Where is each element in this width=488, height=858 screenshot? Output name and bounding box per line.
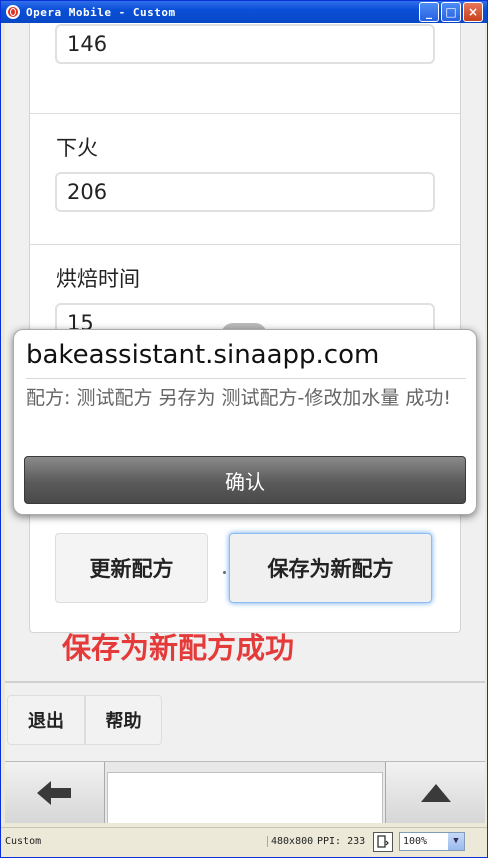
separator-dot [223,571,226,574]
footer-divider [5,681,485,683]
close-button[interactable]: × [463,2,483,22]
dialog-ok-button[interactable]: 确认 [24,456,466,504]
lower-heat-label: 下火 [56,136,98,160]
exit-button[interactable]: 退出 [7,695,85,745]
window-title: Opera Mobile - Custom [26,5,176,19]
lower-heat-section: 下火 206 [30,114,460,245]
maximize-button[interactable]: □ [441,2,461,22]
update-recipe-button[interactable]: 更新配方 [55,533,208,603]
minimize-button[interactable]: _ [419,2,439,22]
browser-viewport: 146 下火 206 烘焙时间 15 更新配方 保存为新配方 保存为新配方成功 … [5,23,485,823]
back-button[interactable] [5,762,105,823]
status-bar: Custom 480x800 PPI: 233 100% ▼ [1,827,487,855]
dialog-separator [26,378,466,379]
opera-logo-icon [6,5,20,19]
status-resolution: 480x800 [267,836,313,847]
scroll-up-button[interactable] [385,762,485,823]
status-ppi: PPI: 233 [317,836,366,847]
save-success-message: 保存为新配方成功 [62,631,295,665]
opera-mobile-window: Opera Mobile - Custom _ □ × 146 下火 206 烘… [0,0,488,858]
rotate-icon [377,835,389,848]
up-triangle-icon [420,784,451,802]
alert-dialog: bakeassistant.sinaapp.com 配方: 测试配方 另存为 测… [13,329,477,515]
help-button[interactable]: 帮助 [85,695,162,745]
opera-toolbar [5,761,485,823]
save-as-new-recipe-button[interactable]: 保存为新配方 [229,533,432,603]
window-controls: _ □ × [419,2,483,22]
zoom-select[interactable]: 100% ▼ [399,832,465,851]
lower-heat-input[interactable]: 206 [55,172,435,212]
chevron-down-icon: ▼ [448,833,464,850]
rotate-screen-button[interactable] [373,832,393,852]
address-field[interactable] [107,772,383,823]
bake-time-label: 烘焙时间 [56,267,140,291]
zoom-value: 100% [403,836,428,847]
back-arrow-icon [36,781,71,805]
upper-heat-input[interactable]: 146 [55,24,435,64]
status-profile: Custom [5,836,42,847]
dialog-host-title: bakeassistant.sinaapp.com [26,340,380,370]
upper-heat-section: 146 [30,23,460,114]
dialog-message: 配方: 测试配方 另存为 测试配方-修改加水量 成功! [26,387,452,409]
title-bar[interactable]: Opera Mobile - Custom _ □ × [1,1,487,23]
